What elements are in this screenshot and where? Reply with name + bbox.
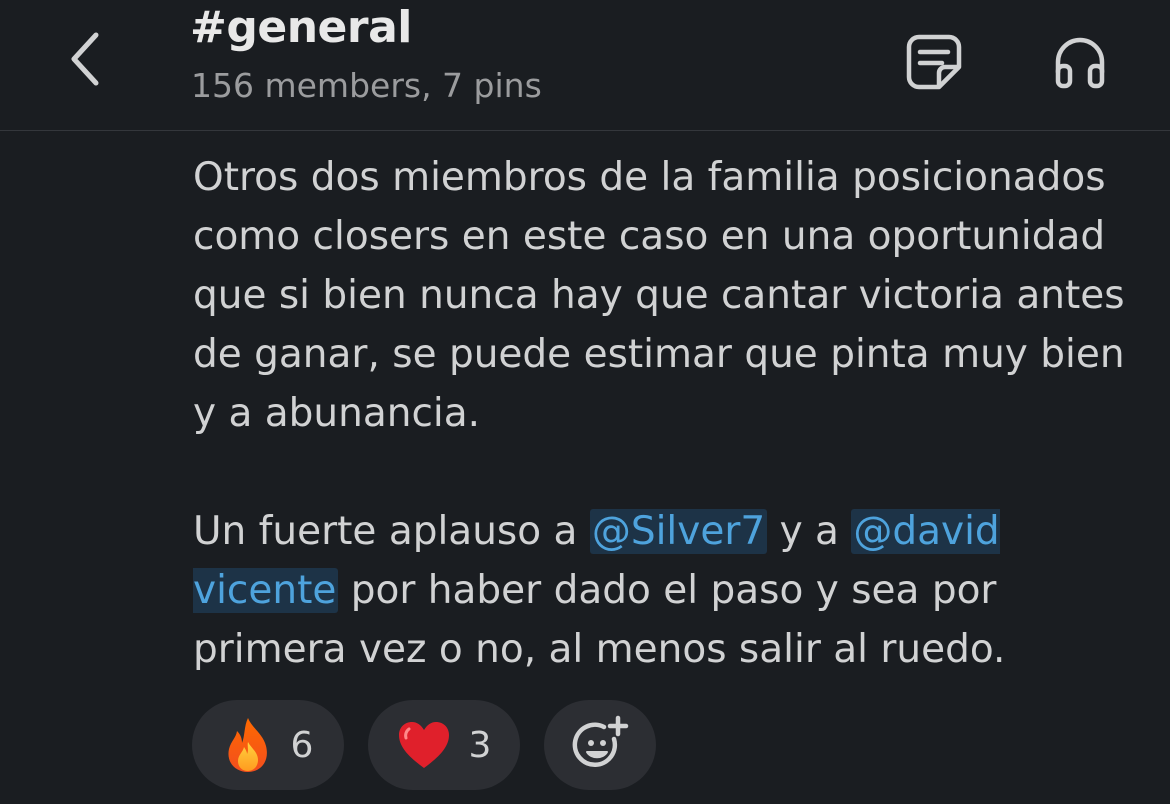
red-heart-icon — [397, 720, 451, 770]
add-reaction-button[interactable] — [544, 700, 656, 790]
fire-icon — [223, 716, 273, 774]
canvas-button[interactable] — [898, 26, 970, 98]
add-reaction-icon — [572, 715, 629, 768]
channel-title[interactable]: #general — [190, 2, 412, 53]
channel-meta[interactable]: 156 members, 7 pins — [191, 66, 542, 105]
reaction-heart[interactable]: 3 — [368, 700, 520, 790]
reaction-count: 6 — [290, 724, 314, 766]
huddle-button[interactable] — [1044, 26, 1116, 98]
channel-header: #general 156 members, 7 pins — [0, 0, 1170, 131]
reaction-count: 3 — [468, 724, 492, 766]
back-button[interactable] — [56, 24, 116, 94]
reactions-bar: 6 3 — [192, 700, 656, 790]
user-mention-silver7[interactable]: @Silver7 — [589, 509, 768, 554]
message-body: Otros dos miembros de la familia posicio… — [193, 148, 1133, 679]
message-text: Un fuerte aplauso a — [193, 509, 590, 554]
canvas-icon — [906, 34, 962, 90]
reaction-fire[interactable]: 6 — [192, 700, 344, 790]
message-paragraph: Otros dos miembros de la familia posicio… — [193, 155, 1125, 436]
headphones-icon — [1055, 37, 1105, 89]
message-paragraph: Un fuerte aplauso a @Silver7 y a @david … — [193, 502, 1133, 679]
chevron-left-icon — [71, 32, 99, 86]
message-text: y a — [767, 509, 852, 554]
